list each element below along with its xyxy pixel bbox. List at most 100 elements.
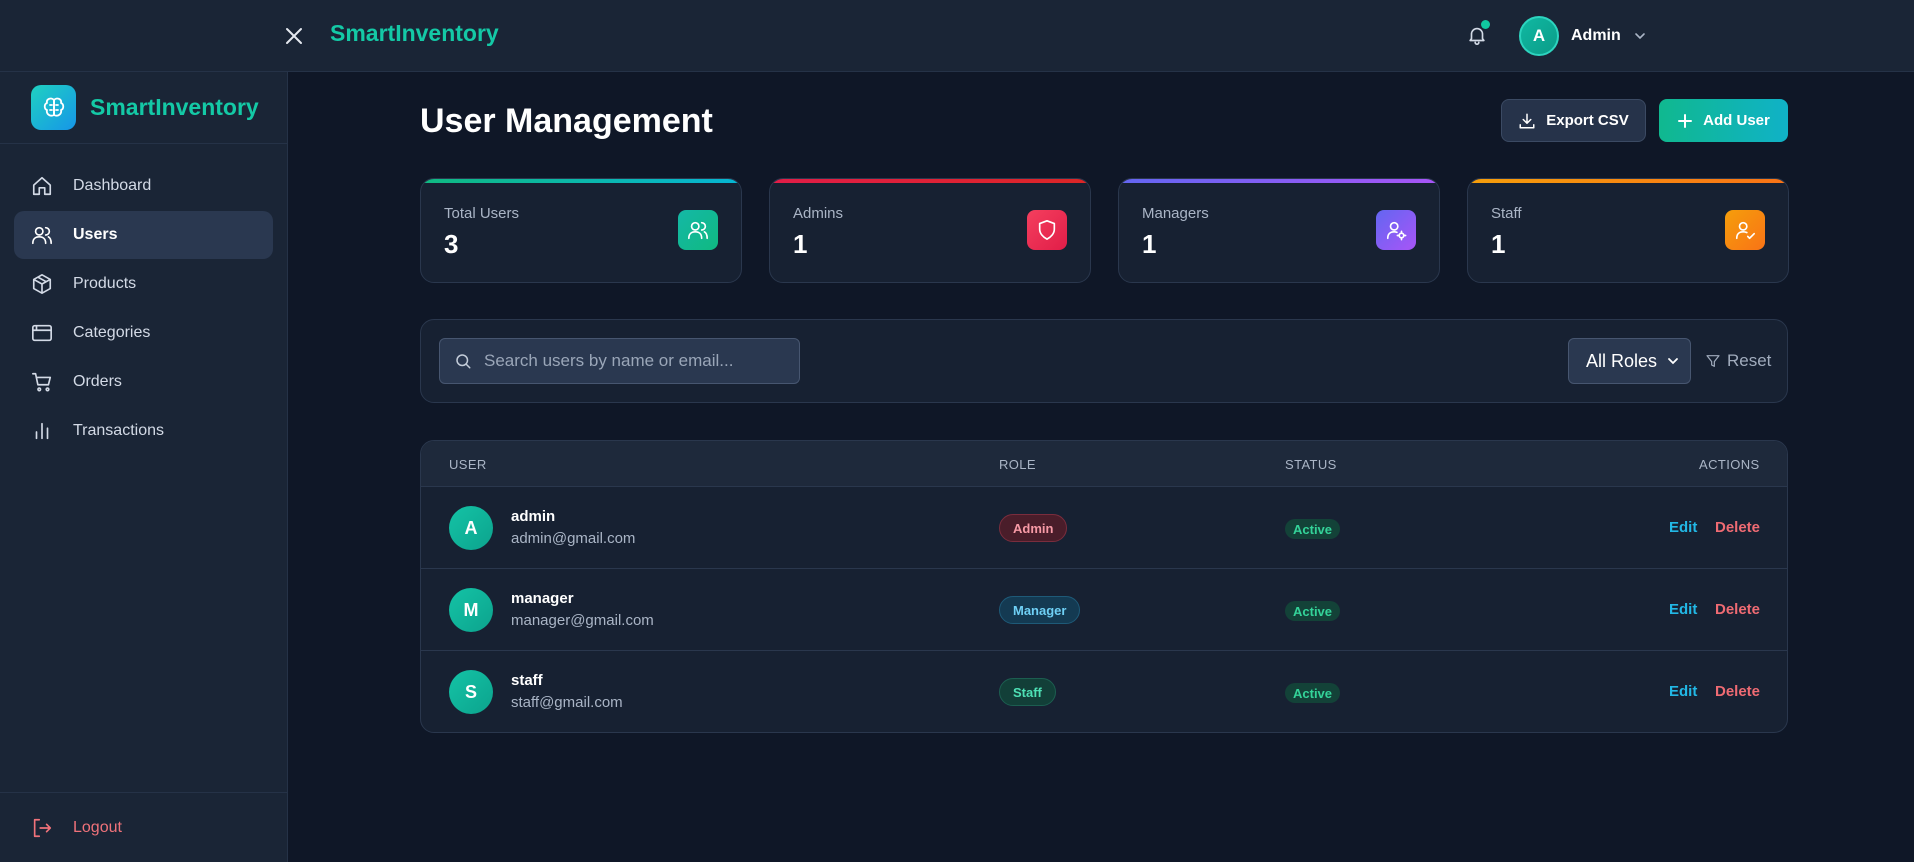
stat-value: 1 — [1142, 229, 1157, 259]
reset-button[interactable]: Reset — [1705, 348, 1771, 374]
cart-icon — [31, 371, 53, 393]
user-check-icon — [1725, 210, 1765, 250]
sidebar-item-label: Orders — [73, 373, 122, 390]
stat-card-managers: Managers 1 — [1118, 178, 1440, 283]
table-header: USER ROLE STATUS ACTIONS — [421, 441, 1787, 487]
delete-button[interactable]: Delete — [1715, 683, 1760, 700]
stat-card-total-users: Total Users 3 — [420, 178, 742, 283]
role-badge: Staff — [999, 678, 1056, 706]
box-icon — [31, 273, 53, 295]
users-table: USER ROLE STATUS ACTIONS A admin admin@g… — [420, 440, 1788, 733]
profile-menu[interactable]: A Admin — [1519, 15, 1647, 57]
notifications-button[interactable] — [1462, 20, 1492, 50]
column-header-status[interactable]: STATUS — [1285, 457, 1337, 472]
role-badge: Admin — [999, 514, 1068, 542]
brain-logo-icon — [31, 85, 76, 130]
top-header: SmartInventory A Admin — [0, 0, 1914, 72]
stat-card-accent-bar — [1119, 179, 1439, 183]
stat-label: Managers — [1142, 205, 1209, 222]
stat-card-accent-bar — [1468, 179, 1788, 183]
shield-icon — [1027, 210, 1067, 250]
plus-icon — [1678, 113, 1693, 128]
users-icon — [31, 224, 53, 246]
status-badge: Active — [1285, 683, 1341, 703]
logout-icon — [33, 818, 52, 837]
search-box[interactable] — [439, 338, 800, 384]
folder-icon — [31, 322, 53, 344]
download-icon — [1519, 113, 1535, 128]
header-brand[interactable]: SmartInventory — [330, 20, 499, 47]
status-badge: Active — [1285, 601, 1341, 621]
sidebar-item-categories[interactable]: Categories — [14, 309, 273, 357]
search-input[interactable] — [484, 351, 784, 371]
sidebar-brand-text: SmartInventory — [90, 94, 259, 120]
add-user-button[interactable]: Add User — [1659, 99, 1788, 142]
delete-button[interactable]: Delete — [1715, 519, 1760, 536]
column-header-actions: ACTIONS — [1699, 457, 1760, 472]
filter-icon — [1706, 355, 1720, 367]
delete-button[interactable]: Delete — [1715, 601, 1760, 618]
stat-card-admins: Admins 1 — [769, 178, 1091, 283]
edit-button[interactable]: Edit — [1669, 519, 1697, 536]
avatar: M — [449, 588, 493, 632]
table-row: S staff staff@gmail.com Staff Active Edi… — [421, 651, 1787, 732]
sidebar-item-orders[interactable]: Orders — [14, 358, 273, 406]
avatar: A — [1519, 16, 1559, 56]
sidebar-item-label: Products — [73, 275, 137, 292]
stat-label: Admins — [793, 205, 844, 222]
reset-label: Reset — [1727, 351, 1772, 370]
close-icon — [286, 28, 302, 44]
sidebar-item-label: Transactions — [73, 422, 164, 439]
sidebar-nav: Dashboard Users Products Categories Orde… — [0, 144, 287, 455]
add-user-label: Add User — [1703, 112, 1770, 129]
table-row: A admin admin@gmail.com Admin Active Edi… — [421, 487, 1787, 569]
column-header-role[interactable]: ROLE — [999, 457, 1036, 472]
sidebar-item-products[interactable]: Products — [14, 260, 273, 308]
user-name: staff — [511, 672, 543, 689]
user-name: manager — [511, 590, 574, 607]
bar-chart-icon — [31, 420, 53, 442]
role-filter-select[interactable]: All Roles — [1568, 338, 1691, 384]
chevron-down-icon — [1634, 33, 1645, 40]
page-title: User Management — [420, 102, 713, 140]
stat-label: Staff — [1491, 205, 1522, 222]
logout-label: Logout — [73, 818, 122, 836]
avatar: A — [449, 506, 493, 550]
column-header-user[interactable]: USER — [449, 457, 487, 472]
stat-card-staff: Staff 1 — [1467, 178, 1789, 283]
user-email: staff@gmail.com — [511, 694, 623, 711]
sidebar-item-users[interactable]: Users — [14, 211, 273, 259]
stat-value: 3 — [444, 229, 459, 259]
status-badge: Active — [1285, 519, 1341, 539]
logout-button[interactable]: Logout — [0, 792, 287, 862]
export-csv-label: Export CSV — [1546, 112, 1629, 129]
export-csv-button[interactable]: Export CSV — [1501, 99, 1646, 142]
sidebar: SmartInventory Dashboard Users Products … — [0, 72, 288, 862]
user-cog-icon — [1376, 210, 1416, 250]
avatar: S — [449, 670, 493, 714]
stat-value: 1 — [793, 229, 808, 259]
users-icon — [678, 210, 718, 250]
role-badge: Manager — [999, 596, 1081, 624]
chevron-down-icon — [1668, 358, 1678, 365]
stat-card-accent-bar — [421, 179, 741, 183]
home-icon — [31, 175, 53, 197]
sidebar-brand[interactable]: SmartInventory — [0, 72, 287, 144]
close-sidebar-button[interactable] — [280, 22, 308, 50]
edit-button[interactable]: Edit — [1669, 601, 1697, 618]
filter-bar: All Roles Reset — [420, 319, 1788, 403]
profile-name: Admin — [1571, 27, 1621, 44]
user-email: manager@gmail.com — [511, 612, 654, 629]
sidebar-item-label: Users — [73, 226, 118, 243]
role-filter-value: All Roles — [1586, 350, 1658, 371]
table-row: M manager manager@gmail.com Manager Acti… — [421, 569, 1787, 651]
user-name: admin — [511, 508, 556, 525]
stat-label: Total Users — [444, 205, 520, 222]
stat-value: 1 — [1491, 229, 1506, 259]
notification-dot — [1481, 20, 1490, 29]
stat-card-accent-bar — [770, 179, 1090, 183]
sidebar-item-transactions[interactable]: Transactions — [14, 407, 273, 455]
sidebar-item-label: Categories — [73, 324, 151, 341]
sidebar-item-dashboard[interactable]: Dashboard — [14, 162, 273, 210]
edit-button[interactable]: Edit — [1669, 683, 1697, 700]
